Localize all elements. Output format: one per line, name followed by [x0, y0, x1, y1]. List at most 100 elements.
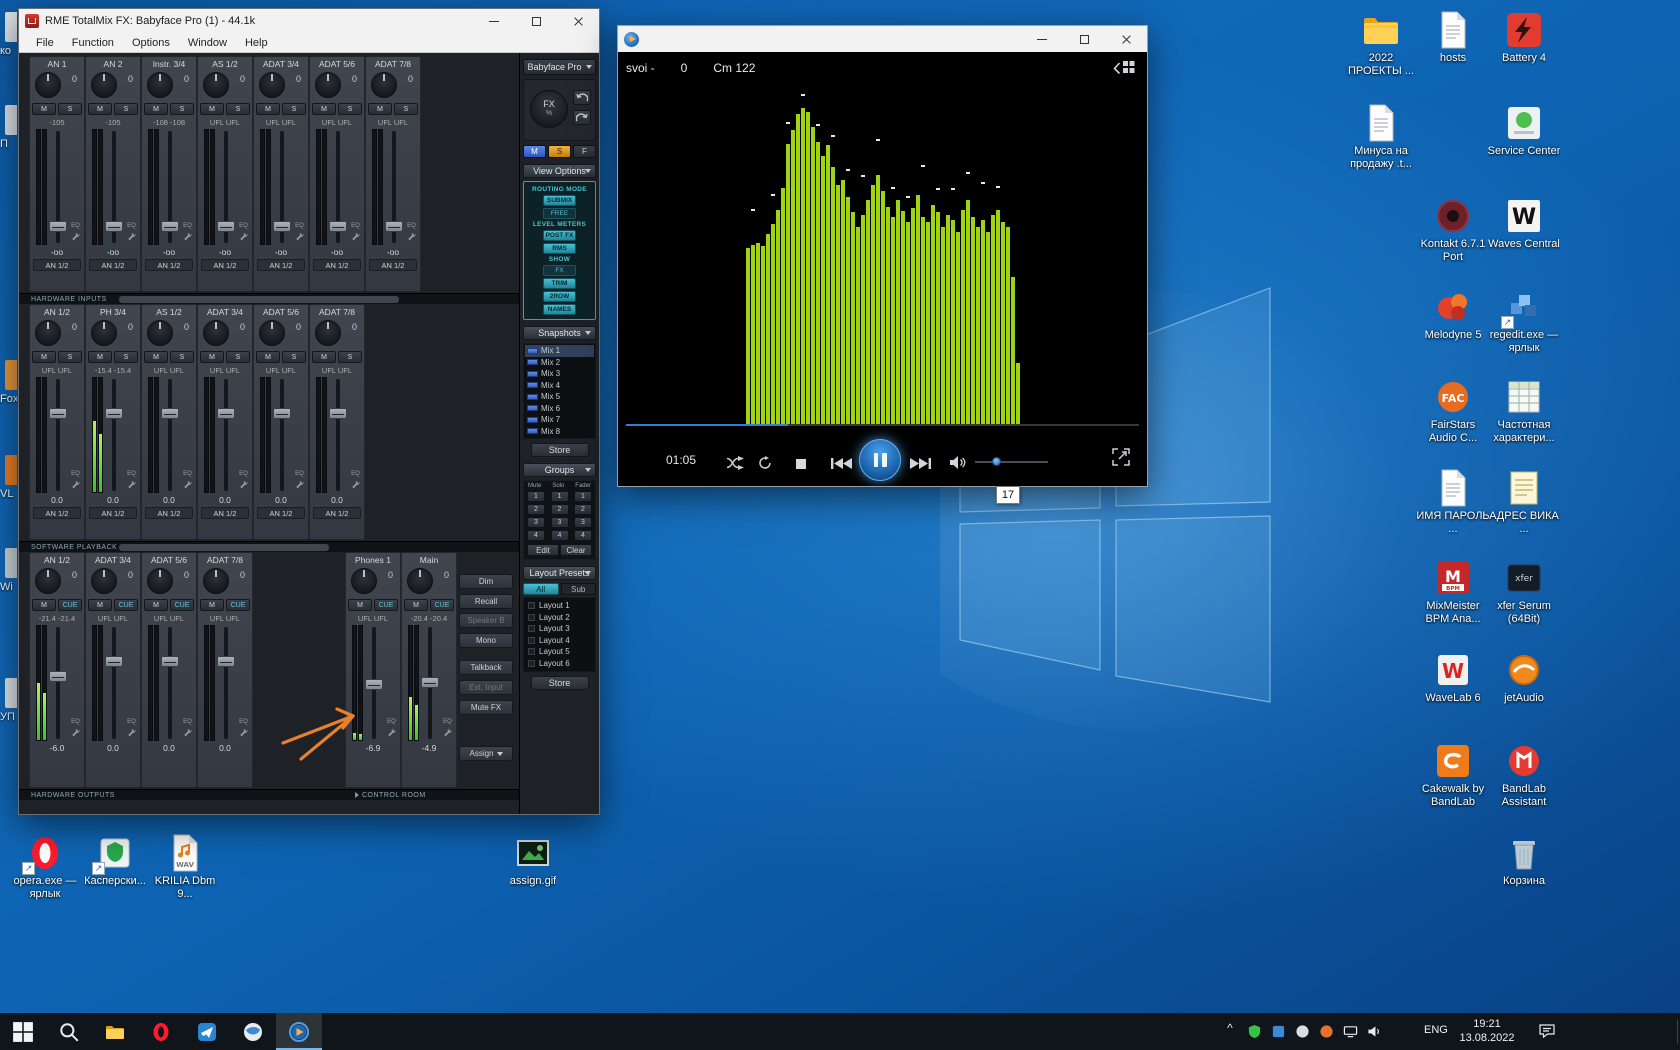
mute-button[interactable]: M	[144, 351, 168, 363]
mute-button[interactable]: M	[144, 103, 168, 115]
channel-settings-icon[interactable]	[239, 232, 248, 241]
group-button[interactable]: 4	[551, 530, 569, 541]
layout-checkbox[interactable]	[528, 637, 535, 644]
channel-settings-icon[interactable]	[239, 480, 248, 489]
taskbar-browser-icon[interactable]	[230, 1013, 276, 1050]
group-button[interactable]: 4	[527, 530, 545, 541]
snapshot-item[interactable]: Mix 1	[525, 345, 594, 357]
device-selector[interactable]: Babyface Pro	[523, 59, 596, 75]
fader-handle[interactable]	[385, 221, 403, 232]
menu-window[interactable]: Window	[179, 37, 236, 49]
volume-slider-thumb[interactable]	[992, 457, 1001, 466]
solo-button[interactable]: S	[338, 103, 362, 115]
mute-button[interactable]: M	[256, 351, 280, 363]
gain-knob[interactable]	[371, 72, 397, 98]
fader-track[interactable]	[49, 129, 67, 245]
fader-handle[interactable]	[217, 408, 235, 419]
hidden-icons-caret[interactable]: ^	[1222, 1021, 1238, 1035]
gain-knob[interactable]	[147, 320, 173, 346]
fader-handle[interactable]	[365, 679, 383, 690]
fader-track[interactable]	[161, 625, 179, 741]
ext-input-button[interactable]: Ext. Input	[459, 680, 513, 695]
clipped-desktop-icon[interactable]: УП	[0, 678, 17, 723]
view-options-header[interactable]: View Options	[523, 164, 596, 178]
maximize-button[interactable]	[515, 9, 557, 33]
fader-handle[interactable]	[49, 221, 67, 232]
show-fx-button[interactable]: FX	[543, 265, 576, 276]
mute-button[interactable]: M	[312, 103, 336, 115]
taskbar-file-explorer-icon[interactable]	[92, 1013, 138, 1050]
fader-handle[interactable]	[329, 408, 347, 419]
meters-post-fx-button[interactable]: POST FX	[543, 230, 576, 241]
desktop-icon-kontakt[interactable]: Kontakt 6.7.1 Port	[1416, 196, 1490, 263]
group-button[interactable]: 1	[527, 491, 545, 502]
solo-button[interactable]: S	[58, 351, 82, 363]
volume-slider[interactable]	[975, 461, 1048, 463]
layout-item[interactable]: Layout 1	[525, 600, 594, 612]
gain-knob[interactable]	[203, 320, 229, 346]
cue-button[interactable]: CUE	[226, 599, 250, 611]
clipped-desktop-icon[interactable]: VL	[0, 455, 17, 500]
fader-track[interactable]	[49, 625, 67, 741]
solo-button[interactable]: S	[394, 103, 418, 115]
mute-button[interactable]: M	[368, 103, 392, 115]
fader-track[interactable]	[329, 129, 347, 245]
fader-handle[interactable]	[105, 656, 123, 667]
snapshot-item[interactable]: Mix 2	[525, 357, 594, 369]
gain-knob[interactable]	[35, 320, 61, 346]
mute-button[interactable]: M	[312, 351, 336, 363]
show-names-button[interactable]: NAMES	[543, 304, 576, 315]
group-button[interactable]: 1	[551, 491, 569, 502]
dim-button[interactable]: Dim	[459, 574, 513, 589]
solo-master-button[interactable]: S	[548, 145, 571, 158]
layout-store-button[interactable]: Store	[531, 676, 589, 690]
fader-handle[interactable]	[217, 221, 235, 232]
fader-track[interactable]	[49, 377, 67, 493]
desktop-icon-hosts-file[interactable]: hosts	[1416, 10, 1490, 65]
gain-knob[interactable]	[351, 568, 377, 594]
groups-clear-button[interactable]: Clear	[560, 544, 592, 556]
desktop-icon-minusa-doc[interactable]: Минуса на продажу .t...	[1344, 103, 1418, 170]
fader-track[interactable]	[273, 129, 291, 245]
desktop-icon-assign-gif[interactable]: assign.gif	[496, 833, 570, 888]
mute-button[interactable]: M	[32, 103, 56, 115]
solo-button[interactable]: S	[226, 103, 250, 115]
undo-icon[interactable]	[573, 90, 591, 105]
layout-item[interactable]: Layout 6	[525, 658, 594, 670]
tray-volume-icon[interactable]	[1366, 1023, 1383, 1040]
gain-knob[interactable]	[203, 568, 229, 594]
cue-button[interactable]: CUE	[374, 599, 398, 611]
channel-settings-icon[interactable]	[71, 480, 80, 489]
minimize-button[interactable]	[1021, 26, 1063, 52]
group-button[interactable]: 3	[551, 517, 569, 528]
desktop-icon-melodyne[interactable]: Melodyne 5	[1416, 287, 1490, 342]
totalmix-titlebar[interactable]: RME TotalMix FX: Babyface Pro (1) - 44.1…	[19, 9, 599, 33]
pause-button[interactable]	[859, 439, 901, 481]
fader-handle[interactable]	[217, 656, 235, 667]
fader-track[interactable]	[105, 129, 123, 245]
fader-handle[interactable]	[273, 221, 291, 232]
channel-settings-icon[interactable]	[71, 728, 80, 737]
seek-bar[interactable]	[626, 424, 1139, 426]
layout-tab-sub[interactable]: Sub	[561, 583, 597, 595]
minimize-button[interactable]	[473, 9, 515, 33]
clipped-desktop-icon[interactable]: П	[0, 105, 17, 150]
channel-settings-icon[interactable]	[351, 232, 360, 241]
channel-settings-icon[interactable]	[183, 232, 192, 241]
gain-knob[interactable]	[203, 72, 229, 98]
channel-settings-icon[interactable]	[127, 480, 136, 489]
taskbar-search-button[interactable]	[46, 1013, 92, 1050]
gain-knob[interactable]	[259, 320, 285, 346]
snapshot-item[interactable]: Mix 8	[525, 426, 594, 438]
fader-handle[interactable]	[49, 671, 67, 682]
tray-antivirus-icon[interactable]	[1246, 1023, 1263, 1040]
meters-rms-button[interactable]: RMS	[543, 243, 576, 254]
clock[interactable]: 19:21 13.08.2022	[1452, 1018, 1522, 1046]
solo-button[interactable]: S	[282, 103, 306, 115]
mute-button[interactable]: M	[404, 599, 428, 611]
desktop-icon-wavelab[interactable]: WWaveLab 6	[1416, 650, 1490, 705]
channel-settings-icon[interactable]	[71, 232, 80, 241]
desktop-icon-waves-central[interactable]: WWaves Central	[1487, 196, 1561, 251]
clipped-desktop-icon[interactable]: Fox	[0, 360, 17, 405]
fader-master-button[interactable]: F	[573, 145, 596, 158]
